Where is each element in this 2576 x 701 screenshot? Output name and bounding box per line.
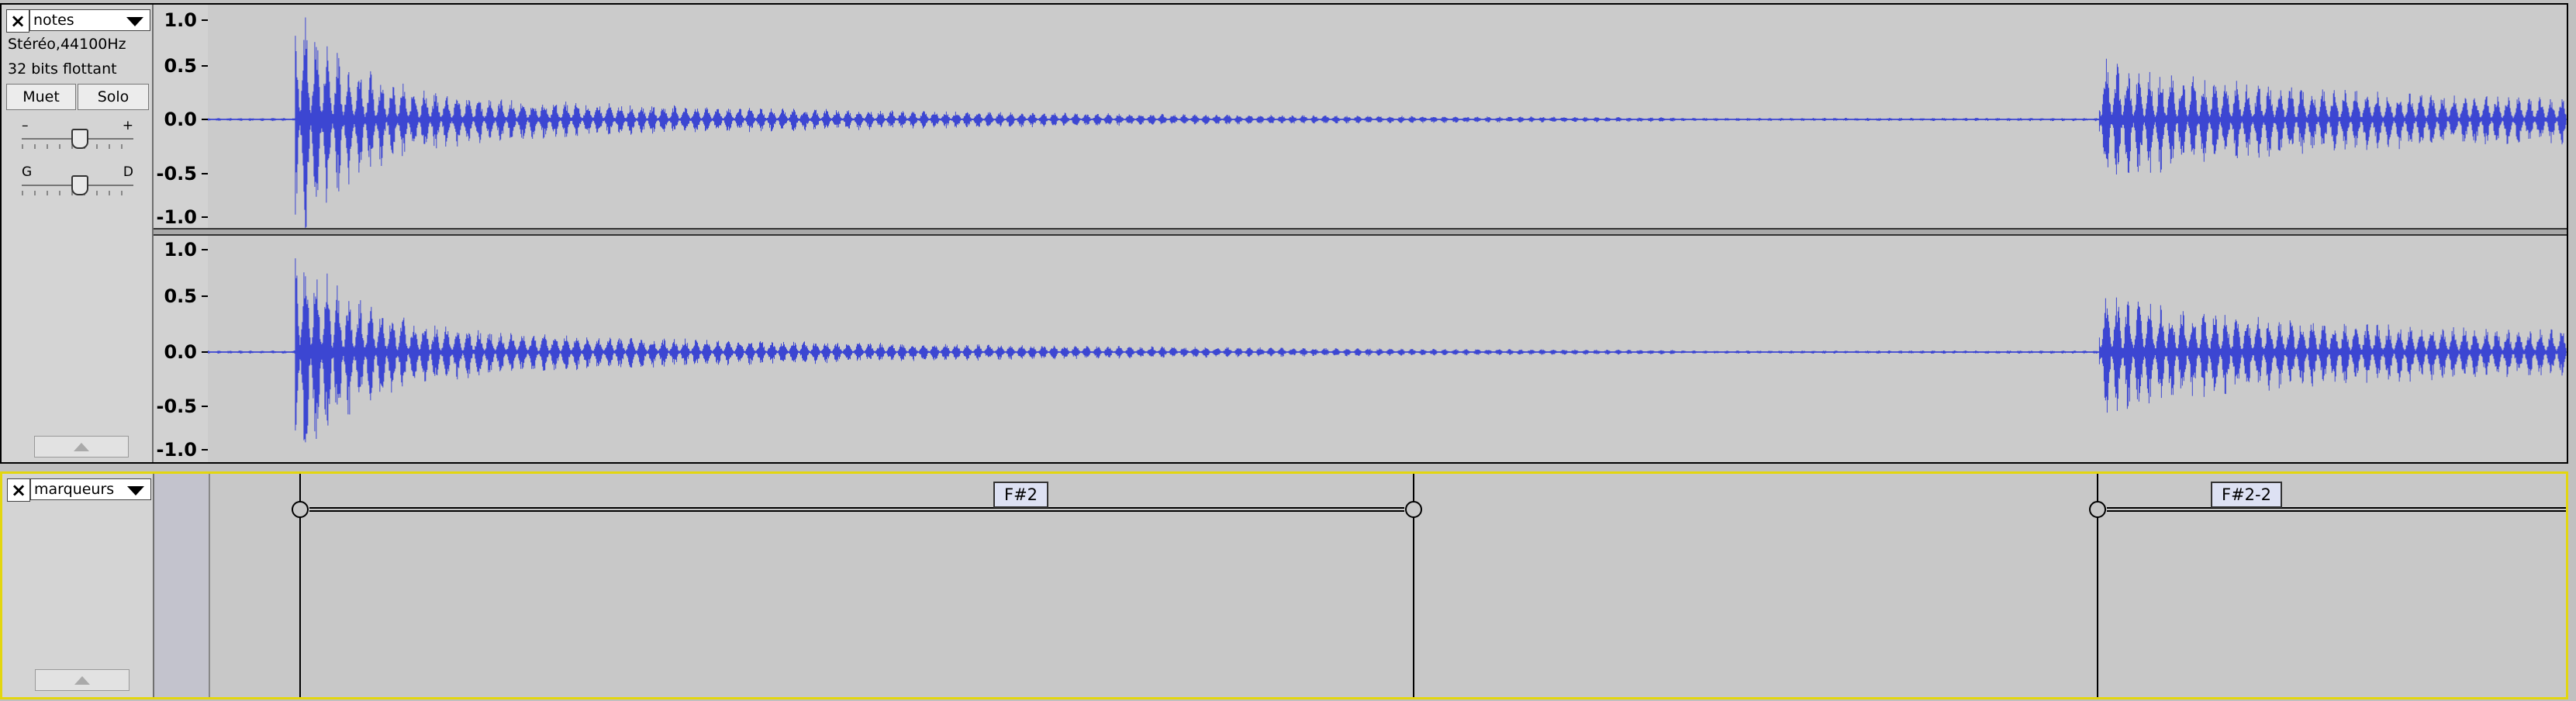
label-track-ruler-spacer <box>154 474 210 697</box>
vertical-ruler-top[interactable]: 1.0 0.5 0.0 -0.5 -1.0 <box>154 5 209 228</box>
ruler-tick: 1.0 <box>164 239 197 261</box>
dropdown-arrow-icon <box>126 17 143 26</box>
track-name: marqueurs <box>34 481 115 498</box>
label-start-handle-icon[interactable] <box>2089 501 2106 518</box>
gain-min-label: – <box>22 118 29 133</box>
collapse-arrow-icon <box>74 442 89 451</box>
ruler-tick: -1.0 <box>156 439 197 461</box>
ruler-tick: 0.0 <box>164 109 197 130</box>
ruler-tick: -0.5 <box>156 395 197 417</box>
ruler-tick: 0.5 <box>164 285 197 307</box>
ruler-tick: -1.0 <box>156 206 197 228</box>
label-text-box[interactable]: F#2-2 <box>2211 482 2282 508</box>
solo-button[interactable]: Solo <box>78 84 149 110</box>
label-track[interactable]: × marqueurs F#2 F#2-2 <box>0 471 2568 699</box>
track-name-menu[interactable]: notes <box>29 9 150 31</box>
vertical-ruler-bottom[interactable]: 1.0 0.5 0.0 -0.5 -1.0 <box>154 236 209 462</box>
label-text-box[interactable]: F#2 <box>993 482 1049 508</box>
track-sample-format: 32 bits flottant <box>8 60 117 78</box>
gain-slider[interactable]: – + <box>16 118 140 158</box>
collapse-arrow-icon <box>74 675 90 685</box>
audio-track[interactable]: × notes Stéréo,44100Hz 32 bits flottant … <box>0 3 2568 464</box>
gain-max-label: + <box>122 118 133 133</box>
ruler-tick: 0.5 <box>164 55 197 77</box>
pan-slider[interactable]: G D <box>16 164 140 205</box>
collapse-track-button[interactable] <box>34 436 129 458</box>
ruler-tick: -0.5 <box>156 163 197 185</box>
waveform-bottom-channel[interactable] <box>208 236 2567 462</box>
gain-slider-thumb[interactable] <box>71 129 88 149</box>
track-name: notes <box>33 12 74 29</box>
channel-separator <box>154 228 2567 236</box>
label-start-handle-icon[interactable] <box>292 501 309 518</box>
label-area[interactable]: F#2 F#2-2 <box>210 474 2566 697</box>
close-track-button[interactable]: × <box>7 478 30 502</box>
dropdown-arrow-icon <box>127 486 144 496</box>
waveform-top-channel[interactable] <box>208 5 2567 228</box>
close-track-button[interactable]: × <box>6 9 29 33</box>
pan-slider-thumb[interactable] <box>71 175 88 195</box>
track-name-menu[interactable]: marqueurs <box>30 478 151 500</box>
audio-track-control-panel: × notes Stéréo,44100Hz 32 bits flottant … <box>2 5 154 462</box>
label-end-handle-icon[interactable] <box>1405 501 1422 518</box>
track-format: Stéréo,44100Hz <box>8 36 126 53</box>
label-track-control-panel: × marqueurs <box>2 474 154 697</box>
ruler-tick: 0.0 <box>164 341 197 363</box>
pan-right-label: D <box>123 164 133 180</box>
ruler-tick: 1.0 <box>164 9 197 31</box>
mute-button[interactable]: Muet <box>6 84 76 110</box>
collapse-track-button[interactable] <box>35 669 129 691</box>
pan-left-label: G <box>22 164 33 180</box>
